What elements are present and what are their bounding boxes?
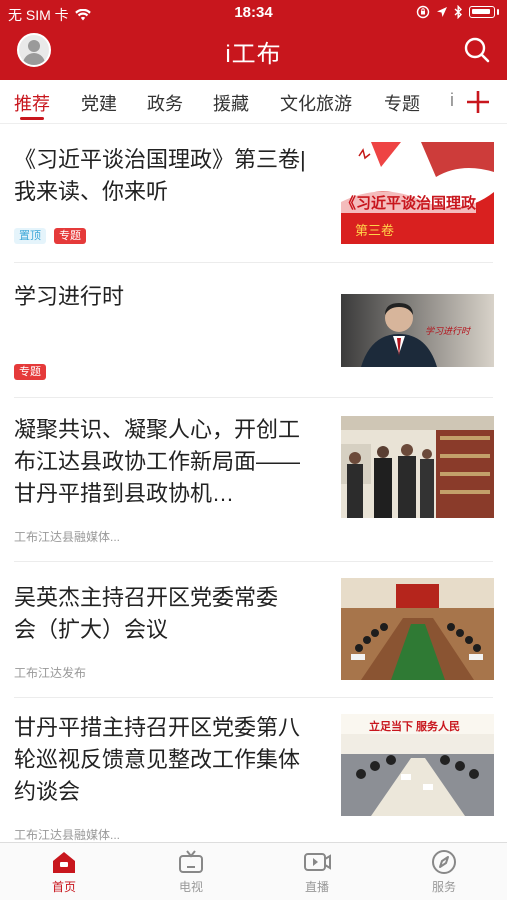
thumb-caption: 《习近平谈治国理政 — [341, 192, 477, 213]
home-icon — [53, 852, 75, 873]
search-icon[interactable] — [461, 34, 493, 66]
news-thumbnail — [341, 416, 494, 518]
status-bar: 无 SIM 卡 18:34 — [0, 0, 507, 26]
news-item[interactable]: 凝聚共识、凝聚人心，开创工布江达县政协工作新局面——甘丹平措到县政协机… 工布江… — [0, 398, 507, 561]
news-source: 工布江达发布 — [14, 666, 87, 680]
app-header: 无 SIM 卡 18:34 i工布 — [0, 0, 507, 80]
nav-label: 电视 — [178, 880, 203, 894]
topic-badge: 专题 — [14, 364, 46, 380]
thumb-caption: 立足当下 服务人民 — [369, 721, 461, 733]
bottom-nav: 首页 电视 直播 服务 — [0, 842, 507, 900]
tab-recommended[interactable]: 推荐 — [14, 90, 50, 116]
tab-special-topic[interactable]: 专题 — [384, 90, 420, 116]
news-source: 工布江达县融媒体... — [14, 828, 121, 842]
tv-icon — [179, 850, 203, 873]
thumb-caption-2: 第三卷 — [355, 223, 395, 238]
meeting-photo — [341, 416, 494, 518]
news-thumbnail — [341, 578, 494, 680]
active-tab-indicator — [20, 117, 44, 120]
news-item[interactable]: 甘丹平措主持召开区党委第八轮巡视反馈意见整改工作集体约谈会 工布江达县融媒体..… — [0, 698, 507, 842]
nav-label: 直播 — [304, 880, 329, 894]
nav-home[interactable]: 首页 — [24, 849, 104, 895]
news-title: 甘丹平措主持召开区党委第八轮巡视反馈意见整改工作集体约谈会 — [14, 715, 301, 804]
add-channel-icon[interactable] — [464, 88, 492, 116]
thumb-caption: 学习进行时 — [425, 326, 471, 336]
conference-photo — [341, 578, 494, 680]
news-title: 学习进行时 — [14, 284, 125, 309]
pinned-badge: 置顶 — [14, 228, 46, 244]
news-item[interactable]: 《习近平谈治国理政》第三卷|我来读、你来听 置顶 专题 《习近平谈治国理政 第三… — [0, 124, 507, 262]
news-meta: 置顶 专题 — [14, 228, 86, 244]
tab-government[interactable]: 政务 — [147, 90, 183, 116]
news-thumbnail: 《习近平谈治国理政 第三卷 — [341, 142, 494, 244]
news-meta: 工布江达县融媒体... — [14, 826, 120, 843]
news-title: 凝聚共识、凝聚人心，开创工布江达县政协工作新局面——甘丹平措到县政协机… — [14, 417, 301, 506]
leader-photo — [341, 294, 494, 367]
nav-label: 服务 — [431, 880, 456, 894]
battery-icon — [469, 6, 495, 18]
app-title: i工布 — [225, 41, 282, 68]
news-source: 工布江达县融媒体... — [14, 530, 121, 544]
nav-tv[interactable]: 电视 — [151, 849, 231, 895]
category-tabs: 推荐 党建 政务 援藏 文化旅游 专题 i — [0, 80, 507, 124]
news-meta: 工布江达发布 — [14, 664, 86, 681]
app-bar: i工布 — [0, 26, 507, 80]
news-meta: 专题 — [14, 364, 46, 380]
nav-label: 首页 — [51, 880, 76, 894]
tab-party-building[interactable]: 党建 — [81, 90, 117, 116]
news-thumbnail: 学习进行时 — [341, 294, 494, 367]
news-item[interactable]: 学习进行时 专题 学习进行时 — [0, 263, 507, 397]
news-title: 《习近平谈治国理政》第三卷|我来读、你来听 — [14, 147, 306, 204]
nav-live[interactable]: 直播 — [277, 849, 357, 895]
topic-badge: 专题 — [54, 228, 86, 244]
news-thumbnail: 立足当下 服务人民 — [341, 714, 494, 816]
news-title: 吴英杰主持召开区党委常委会（扩大）会议 — [14, 585, 279, 642]
news-meta: 工布江达县融媒体... — [14, 528, 120, 545]
tab-culture-tourism[interactable]: 文化旅游 — [280, 90, 352, 116]
location-icon — [437, 7, 447, 17]
compass-icon — [432, 850, 456, 874]
news-item[interactable]: 吴英杰主持召开区党委常委会（扩大）会议 工布江达发布 — [0, 562, 507, 697]
nav-service[interactable]: 服务 — [404, 849, 484, 895]
live-video-icon — [304, 853, 331, 871]
status-right — [416, 5, 499, 19]
tab-aid-tibet[interactable]: 援藏 — [213, 90, 249, 116]
rotation-lock-icon — [416, 5, 430, 19]
battery-tip — [497, 9, 499, 15]
bluetooth-icon — [454, 5, 462, 19]
